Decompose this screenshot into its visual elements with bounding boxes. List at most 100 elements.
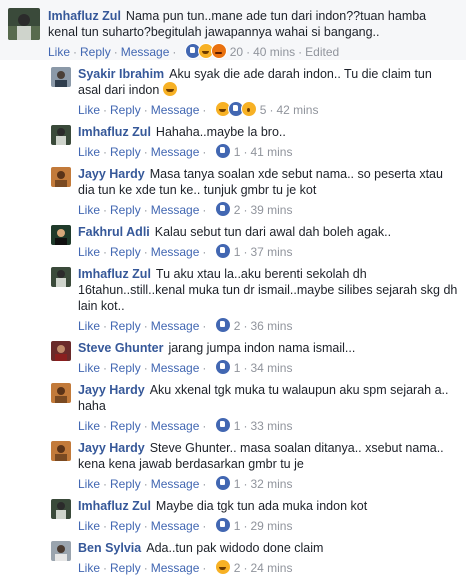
reply-author[interactable]: Steve Ghunter [78, 341, 163, 355]
comment-actions: Like · Reply · Message · 20 · 40 mins · Edited [48, 43, 340, 59]
timestamp[interactable]: 41 mins [250, 145, 292, 159]
reply-author[interactable]: Syakir Ibrahim [78, 67, 164, 81]
reactions[interactable] [184, 43, 227, 59]
reactions[interactable] [214, 201, 231, 217]
reply-link[interactable]: Reply [110, 419, 141, 433]
laughing-emoji-icon [162, 82, 177, 96]
timestamp[interactable]: 39 mins [250, 203, 292, 217]
timestamp[interactable]: 24 mins [250, 561, 292, 575]
like-reaction-icon [214, 317, 231, 333]
like-link[interactable]: Like [78, 477, 100, 491]
reaction-count: 1 [233, 419, 241, 433]
reactions[interactable] [214, 517, 231, 533]
comment-author[interactable]: Imhafluz Zul [48, 9, 121, 23]
reply-body: Imhafluz Zul Tu aku xtau la..aku berenti … [78, 266, 458, 314]
reply-actions: Like · Reply · Message · 1 · 41 mins [78, 143, 293, 159]
avatar[interactable] [51, 67, 71, 87]
message-link[interactable]: Message [151, 561, 200, 575]
message-link[interactable]: Message [151, 361, 200, 375]
reactions[interactable] [214, 143, 231, 159]
timestamp[interactable]: 33 mins [250, 419, 292, 433]
reply-author[interactable]: Jayy Hardy [78, 167, 145, 181]
reply-body: Imhafluz Zul Maybe dia tgk tun ada muka i… [78, 498, 453, 514]
like-link[interactable]: Like [78, 203, 100, 217]
reply-actions: Like · Reply · Message · 1 · 34 mins [78, 359, 293, 375]
reply-link[interactable]: Reply [110, 361, 141, 375]
avatar[interactable] [51, 441, 71, 461]
reply-author[interactable]: Imhafluz Zul [78, 267, 151, 281]
avatar[interactable] [51, 499, 71, 519]
avatar[interactable] [51, 341, 71, 361]
avatar[interactable] [51, 125, 71, 145]
like-link[interactable]: Like [78, 103, 100, 117]
reply-text: jarang jumpa indon nama ismail... [168, 341, 356, 355]
reply-author[interactable]: Fakhrul Adli [78, 225, 150, 239]
reply-actions: Like · Reply · Message · 2 · 24 mins [78, 559, 293, 575]
message-link[interactable]: Message [151, 103, 200, 117]
edited-label[interactable]: Edited [305, 45, 339, 59]
reactions[interactable] [214, 243, 231, 259]
reply-body: Steve Ghunter jarang jumpa indon nama ism… [78, 340, 453, 356]
reply-actions: Like · Reply · Message · 5 · 42 mins [78, 101, 319, 117]
like-link[interactable]: Like [78, 361, 100, 375]
message-link[interactable]: Message [151, 519, 200, 533]
reply-link[interactable]: Reply [110, 319, 141, 333]
reply-author[interactable]: Ben Sylvia [78, 541, 141, 555]
like-link[interactable]: Like [78, 145, 100, 159]
message-link[interactable]: Message [151, 203, 200, 217]
message-link[interactable]: Message [151, 477, 200, 491]
reply-link[interactable]: Reply [110, 477, 141, 491]
timestamp[interactable]: 36 mins [250, 319, 292, 333]
timestamp[interactable]: 34 mins [250, 361, 292, 375]
message-link[interactable]: Message [121, 45, 170, 59]
message-link[interactable]: Message [151, 319, 200, 333]
timestamp[interactable]: 42 mins [276, 103, 318, 117]
reactions[interactable] [214, 417, 231, 433]
reply-link[interactable]: Reply [110, 561, 141, 575]
reactions[interactable] [214, 359, 231, 375]
reply-link[interactable]: Reply [110, 103, 141, 117]
timestamp[interactable]: 32 mins [250, 477, 292, 491]
reply-author[interactable]: Jayy Hardy [78, 383, 145, 397]
avatar[interactable] [51, 541, 71, 561]
reaction-count: 1 [233, 519, 241, 533]
reactions[interactable] [214, 475, 231, 491]
avatar[interactable] [51, 225, 71, 245]
reaction-count: 2 [233, 561, 241, 575]
reply-author[interactable]: Jayy Hardy [78, 441, 145, 455]
message-link[interactable]: Message [151, 145, 200, 159]
avatar[interactable] [51, 267, 71, 287]
angry-reaction-icon [210, 43, 227, 59]
timestamp[interactable]: 37 mins [250, 245, 292, 259]
reactions[interactable] [214, 559, 231, 575]
message-link[interactable]: Message [151, 245, 200, 259]
reply-body: Jayy Hardy Aku xkenal tgk muka tu walaupu… [78, 382, 453, 414]
like-link[interactable]: Like [78, 519, 100, 533]
reply-body: Jayy Hardy Steve Ghunter.. masa soalan di… [78, 440, 453, 472]
reply-body: Imhafluz Zul Hahaha..maybe la bro.. [78, 124, 453, 140]
reply-author[interactable]: Imhafluz Zul [78, 125, 151, 139]
reply-link[interactable]: Reply [110, 145, 141, 159]
like-link[interactable]: Like [78, 561, 100, 575]
reply-link[interactable]: Reply [110, 203, 141, 217]
reactions[interactable] [214, 317, 231, 333]
reply-link[interactable]: Reply [110, 245, 141, 259]
like-link[interactable]: Like [78, 319, 100, 333]
like-link[interactable]: Like [78, 419, 100, 433]
reactions[interactable] [214, 101, 257, 117]
timestamp[interactable]: 29 mins [250, 519, 292, 533]
timestamp[interactable]: 40 mins [253, 45, 295, 59]
reply-text: Hahaha..maybe la bro.. [155, 125, 286, 139]
like-link[interactable]: Like [48, 45, 70, 59]
like-reaction-icon [214, 517, 231, 533]
like-link[interactable]: Like [78, 245, 100, 259]
avatar[interactable] [51, 383, 71, 403]
message-link[interactable]: Message [151, 419, 200, 433]
avatar[interactable] [8, 8, 40, 40]
reply-actions: Like · Reply · Message · 1 · 32 mins [78, 475, 293, 491]
reply-link[interactable]: Reply [110, 519, 141, 533]
reply-author[interactable]: Imhafluz Zul [78, 499, 151, 513]
like-reaction-icon [214, 143, 231, 159]
reply-link[interactable]: Reply [80, 45, 111, 59]
avatar[interactable] [51, 167, 71, 187]
